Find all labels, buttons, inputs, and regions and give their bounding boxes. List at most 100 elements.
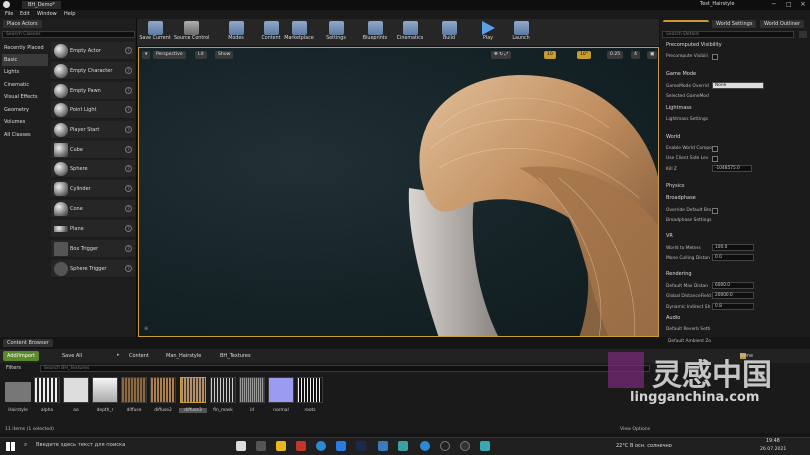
place-actors-tab[interactable]: Place Actors bbox=[3, 20, 42, 28]
source-control-button[interactable]: Source Control bbox=[174, 20, 209, 46]
world-settings-tab[interactable]: World Settings bbox=[712, 20, 757, 28]
save-all-button[interactable]: Save All bbox=[62, 353, 82, 359]
kill-z-field[interactable]: -1048575.0 bbox=[712, 165, 752, 172]
save-current-button[interactable]: Save Current bbox=[138, 20, 172, 46]
breadcrumb-bh-textures[interactable]: BH_Textures bbox=[220, 353, 251, 359]
lit-button[interactable]: Lit bbox=[195, 51, 207, 59]
category-volumes[interactable]: Volumes bbox=[2, 116, 48, 128]
close-icon[interactable]: × bbox=[800, 0, 806, 8]
actor-sphere-trigger[interactable]: Sphere Trigger? bbox=[51, 260, 135, 278]
unreal-engine-icon[interactable] bbox=[460, 441, 470, 451]
help-icon[interactable]: ? bbox=[125, 47, 132, 54]
edge-icon[interactable] bbox=[420, 441, 430, 451]
help-icon[interactable]: ? bbox=[125, 67, 132, 74]
office-icon[interactable] bbox=[296, 441, 306, 451]
viewport-options-button[interactable]: ▾ bbox=[142, 51, 151, 59]
task-view-icon[interactable] bbox=[236, 441, 246, 451]
play-button[interactable]: Play bbox=[471, 20, 505, 46]
vray-icon[interactable] bbox=[378, 441, 388, 451]
asset-thumb-normal[interactable] bbox=[268, 377, 294, 403]
clock-time[interactable]: 19:48 bbox=[766, 439, 780, 444]
folder-icon[interactable]: ▸ bbox=[117, 352, 120, 358]
menu-window[interactable]: Window bbox=[37, 11, 57, 17]
maximize-viewport-icon[interactable]: ▣ bbox=[647, 51, 658, 59]
scale-snap-value[interactable]: 0.25 bbox=[607, 51, 624, 59]
category-basic[interactable]: Basic bbox=[2, 54, 48, 66]
asset-thumb-depth[interactable] bbox=[92, 377, 118, 403]
menu-file[interactable]: File bbox=[5, 11, 13, 17]
app-icon[interactable] bbox=[398, 441, 408, 451]
unreal-taskbar-icon[interactable] bbox=[256, 441, 266, 451]
max-distance-field[interactable]: 6000.0 bbox=[712, 282, 754, 289]
actor-sphere[interactable]: Sphere? bbox=[51, 160, 135, 178]
category-cinematic[interactable]: Cinematic bbox=[2, 79, 48, 91]
folder-icon[interactable] bbox=[5, 382, 31, 402]
place-actors-search[interactable]: Search Classes bbox=[2, 31, 135, 38]
minimize-icon[interactable]: ─ bbox=[772, 1, 776, 8]
asset-thumb-diffuse3[interactable] bbox=[180, 377, 206, 403]
cinematics-button[interactable]: Cinematics bbox=[393, 20, 427, 46]
menu-edit[interactable]: Edit bbox=[20, 11, 30, 17]
dropdown-field[interactable]: None bbox=[740, 353, 753, 359]
actor-plane[interactable]: Plane? bbox=[51, 220, 135, 238]
asset-thumb-fin-mask[interactable] bbox=[210, 377, 236, 403]
section-vr[interactable]: VR bbox=[661, 232, 795, 241]
help-icon[interactable]: ? bbox=[125, 165, 132, 172]
marketplace-button[interactable]: Marketplace bbox=[282, 20, 316, 46]
global-distance-field[interactable]: 20000.0 bbox=[712, 292, 754, 299]
show-button[interactable]: Show bbox=[215, 51, 234, 59]
help-icon[interactable]: ? bbox=[125, 265, 132, 272]
section-game-mode[interactable]: Game Mode bbox=[661, 70, 795, 79]
world-outliner-tab[interactable]: World Outliner bbox=[760, 20, 805, 28]
help-icon[interactable]: ? bbox=[125, 106, 132, 113]
maya-icon[interactable] bbox=[480, 441, 490, 451]
blueprints-button[interactable]: Blueprints bbox=[358, 20, 392, 46]
help-icon[interactable]: ? bbox=[125, 205, 132, 212]
app-icon[interactable] bbox=[336, 441, 346, 451]
modes-button[interactable]: Modes bbox=[219, 20, 253, 46]
help-icon[interactable]: ? bbox=[125, 185, 132, 192]
world-to-meters-field[interactable]: 100.0 bbox=[712, 244, 754, 251]
help-icon[interactable]: ? bbox=[125, 126, 132, 133]
photoshop-icon[interactable] bbox=[356, 441, 366, 451]
actor-point-light[interactable]: Point Light? bbox=[51, 101, 135, 119]
section-physics[interactable]: Physics bbox=[661, 182, 795, 191]
grid-snap-value[interactable]: 10 bbox=[544, 51, 556, 59]
help-icon[interactable]: ? bbox=[125, 87, 132, 94]
windows-start-icon[interactable] bbox=[6, 442, 15, 451]
section-world[interactable]: World bbox=[661, 133, 795, 142]
transform-tools[interactable]: ✥ ↻ ⤢ bbox=[491, 51, 512, 59]
breadcrumb-content[interactable]: Content bbox=[129, 353, 149, 359]
category-visual-effects[interactable]: Visual Effects bbox=[2, 91, 48, 103]
help-icon[interactable]: ? bbox=[125, 245, 132, 252]
actor-empty-pawn[interactable]: Empty Pawn? bbox=[51, 82, 135, 100]
actor-cone[interactable]: Cone? bbox=[51, 200, 135, 218]
menu-help[interactable]: Help bbox=[64, 11, 75, 17]
level-viewport[interactable]: ▾ Perspective Lit Show ✥ ↻ ⤢ 10 10° 0.25… bbox=[138, 47, 659, 337]
checkbox[interactable] bbox=[712, 54, 718, 60]
asset-thumb-id[interactable] bbox=[239, 377, 265, 403]
maximize-icon[interactable]: □ bbox=[786, 1, 792, 8]
gamemode-dropdown[interactable]: None bbox=[712, 82, 764, 89]
chrome-icon[interactable] bbox=[316, 441, 326, 451]
checkbox[interactable] bbox=[712, 156, 718, 162]
category-all-classes[interactable]: All Classes bbox=[2, 129, 48, 141]
actor-empty-character[interactable]: Empty Character? bbox=[51, 62, 135, 80]
indirect-shadows-field[interactable]: 0.8 bbox=[712, 303, 754, 310]
launch-button[interactable]: Launch bbox=[504, 20, 538, 46]
section-rendering[interactable]: Rendering bbox=[661, 270, 795, 279]
taskbar-search[interactable]: Введите здесь текст для поиска bbox=[36, 442, 125, 448]
asset-thumb-diffuse[interactable] bbox=[121, 377, 147, 403]
asset-thumb-roots[interactable] bbox=[297, 377, 323, 403]
doc-tab[interactable]: BH_Demo* bbox=[22, 1, 62, 9]
explorer-icon[interactable] bbox=[276, 441, 286, 451]
category-recently-placed[interactable]: Recently Placed bbox=[2, 42, 48, 54]
add-import-button[interactable]: Add/Import bbox=[3, 351, 39, 361]
section-lightmass[interactable]: Lightmass bbox=[661, 104, 795, 113]
perspective-button[interactable]: Perspective bbox=[153, 51, 186, 59]
mono-culling-field[interactable]: 0.0 bbox=[712, 254, 754, 261]
clock-date[interactable]: 26.07.2021 bbox=[760, 447, 786, 452]
section-precomputed-visibility[interactable]: Precomputed Visibility bbox=[661, 41, 795, 50]
details-tab[interactable] bbox=[663, 20, 709, 22]
actor-cube[interactable]: Cube? bbox=[51, 141, 135, 159]
